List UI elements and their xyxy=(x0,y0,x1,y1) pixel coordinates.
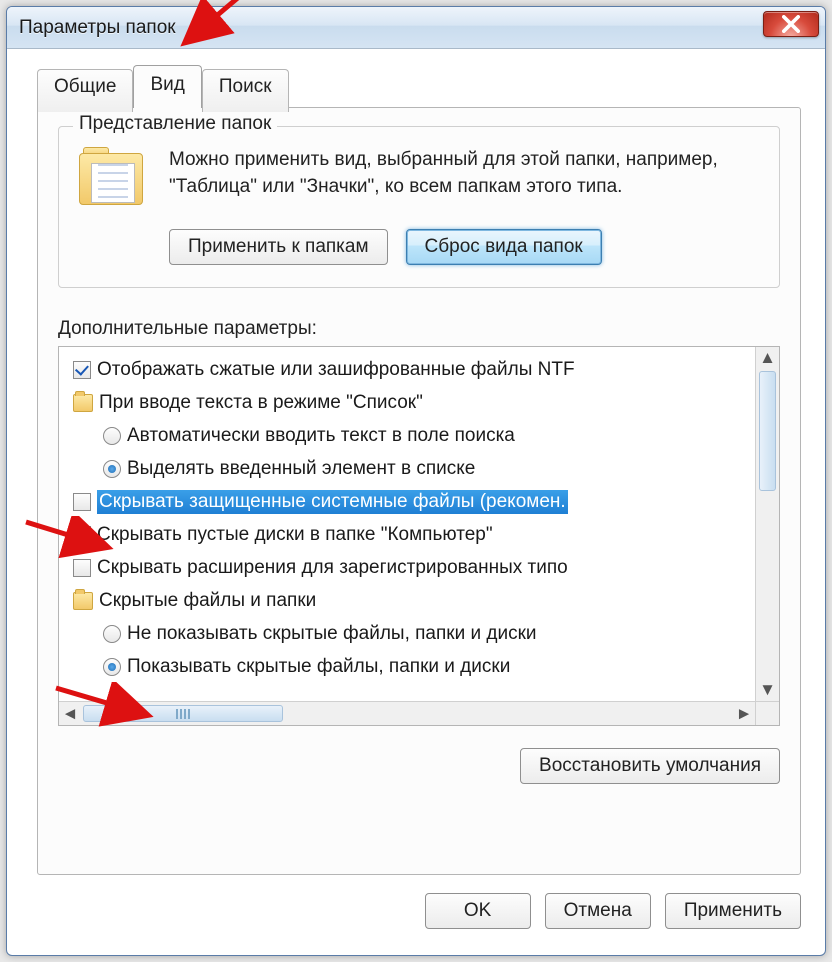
tree-item-label: Выделять введенный элемент в списке xyxy=(127,458,475,480)
window-title: Параметры папок xyxy=(19,17,176,39)
tab-general[interactable]: Общие xyxy=(37,69,133,112)
tree-item-label: Автоматически вводить текст в поле поиск… xyxy=(127,425,515,447)
horizontal-scrollbar[interactable]: ◄ ► xyxy=(59,701,755,725)
titlebar: Параметры папок xyxy=(7,7,825,49)
folder-icon xyxy=(73,592,93,610)
tab-search[interactable]: Поиск xyxy=(202,69,289,112)
tree-item-label: Скрывать защищенные системные файлы (рек… xyxy=(97,490,568,514)
checkbox-icon[interactable] xyxy=(73,493,91,511)
groupbox-title: Представление папок xyxy=(73,113,277,135)
radio-icon[interactable] xyxy=(103,460,121,478)
restore-defaults-button[interactable]: Восстановить умолчания xyxy=(520,748,780,784)
tree-item-label: Скрывать пустые диски в папке "Компьютер… xyxy=(97,524,493,546)
tree-row-3[interactable]: Выделять введенный элемент в списке xyxy=(69,452,755,485)
scroll-corner xyxy=(755,701,779,725)
tree-item-label: Не показывать скрытые файлы, папки и дис… xyxy=(127,623,537,645)
tree-row-8[interactable]: Не показывать скрытые файлы, папки и дис… xyxy=(69,617,755,650)
tree-row-7[interactable]: Скрытые файлы и папки xyxy=(69,584,755,617)
radio-icon[interactable] xyxy=(103,625,121,643)
scroll-down-arrow-icon[interactable]: ▼ xyxy=(756,679,779,701)
reset-folders-button[interactable]: Сброс вида папок xyxy=(406,229,602,265)
tree-item-label: Показывать скрытые файлы, папки и диски xyxy=(127,656,510,678)
tree-item-label: Скрытые файлы и папки xyxy=(99,590,316,612)
tree-row-9[interactable]: Показывать скрытые файлы, папки и диски xyxy=(69,650,755,683)
tree-item-label: При вводе текста в режиме "Список" xyxy=(99,392,423,414)
folder-options-window: Параметры папок Общие Вид Поиск Представ… xyxy=(6,6,826,956)
radio-icon[interactable] xyxy=(103,427,121,445)
close-button[interactable] xyxy=(763,11,819,37)
scroll-right-arrow-icon[interactable]: ► xyxy=(733,702,755,725)
tab-panel-view: Представление папок Можно применить вид,… xyxy=(37,107,801,875)
tree-row-4[interactable]: Скрывать защищенные системные файлы (рек… xyxy=(69,485,755,518)
advanced-settings-tree[interactable]: Отображать сжатые или зашифрованные файл… xyxy=(58,346,780,726)
checkbox-icon[interactable] xyxy=(73,361,91,379)
vertical-scrollbar[interactable]: ▲ ▼ xyxy=(755,347,779,701)
tree-item-label: Отображать сжатые или зашифрованные файл… xyxy=(97,359,575,381)
folder-icon xyxy=(73,394,93,412)
tree-item-label: Скрывать расширения для зарегистрированн… xyxy=(97,557,568,579)
tree-row-1[interactable]: При вводе текста в режиме "Список" xyxy=(69,386,755,419)
folder-views-icon xyxy=(77,147,149,215)
radio-icon[interactable] xyxy=(103,658,121,676)
scroll-up-arrow-icon[interactable]: ▲ xyxy=(756,347,779,369)
tree-row-0[interactable]: Отображать сжатые или зашифрованные файл… xyxy=(69,353,755,386)
client-area: Общие Вид Поиск Представление папок Можн… xyxy=(17,59,815,945)
vscroll-thumb[interactable] xyxy=(759,371,776,491)
advanced-settings-label: Дополнительные параметры: xyxy=(58,318,780,340)
tree-row-6[interactable]: Скрывать расширения для зарегистрированн… xyxy=(69,551,755,584)
tree-row-5[interactable]: Скрывать пустые диски в папке "Компьютер… xyxy=(69,518,755,551)
close-icon xyxy=(782,15,800,33)
tab-strip: Общие Вид Поиск xyxy=(37,69,289,112)
tree-row-2[interactable]: Автоматически вводить текст в поле поиск… xyxy=(69,419,755,452)
tab-view[interactable]: Вид xyxy=(133,65,201,108)
apply-button[interactable]: Применить xyxy=(665,893,801,929)
ok-button[interactable]: OK xyxy=(425,893,531,929)
folder-views-groupbox: Представление папок Можно применить вид,… xyxy=(58,126,780,288)
cancel-button[interactable]: Отмена xyxy=(545,893,651,929)
dialog-buttons: OK Отмена Применить xyxy=(425,893,801,929)
apply-to-folders-button[interactable]: Применить к папкам xyxy=(169,229,388,265)
groupbox-description: Можно применить вид, выбранный для этой … xyxy=(169,147,761,200)
